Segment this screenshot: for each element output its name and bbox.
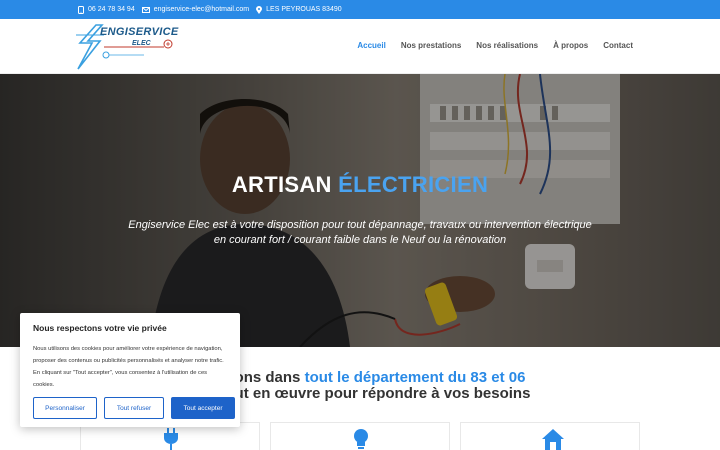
nav-item-prestations[interactable]: Nos prestations (401, 41, 461, 50)
accept-all-button[interactable]: Tout accepter (171, 397, 235, 419)
phone-number[interactable]: 06 24 78 34 94 (88, 6, 135, 13)
plug-icon (164, 428, 178, 450)
cookie-buttons: Personnaliser Tout refuser Tout accepter (33, 397, 235, 419)
customize-button[interactable]: Personnaliser (33, 397, 97, 419)
cookie-text: Nous utilisons des cookies pour améliore… (33, 346, 224, 388)
location-text: LES PEYROUAS 83490 (266, 6, 342, 13)
email-contact[interactable]: engiservice-elec@hotmail.com (141, 6, 249, 13)
nav-item-realisations[interactable]: Nos réalisations (476, 41, 538, 50)
cookie-title: Nous respectons votre vie privée (33, 323, 167, 333)
service-card-bulb[interactable] (270, 422, 450, 450)
location-icon (256, 5, 263, 14)
house-icon (542, 429, 564, 450)
service-card-house[interactable] (460, 422, 640, 450)
nav-item-accueil[interactable]: Accueil (357, 41, 385, 50)
reject-all-button[interactable]: Tout refuser (104, 397, 164, 419)
hero-title: ARTISAN ÉLECTRICIEN (0, 172, 720, 198)
hero-text-line2: en courant fort / courant faible dans le… (213, 234, 507, 246)
logo-name: ENGISERVICE (100, 26, 179, 38)
hero-title-main: ARTISAN (231, 172, 332, 197)
hero-section: ARTISAN ÉLECTRICIEN Engiservice Elec est… (0, 74, 720, 347)
intro-line1-accent: tout le département du 83 et 06 (304, 369, 526, 386)
hero-text-line1: Engiservice Elec est à votre disposition… (128, 219, 592, 231)
bulb-icon (354, 429, 368, 449)
phone-contact[interactable]: 06 24 78 34 94 (78, 5, 135, 14)
main-nav: Accueil Nos prestations Nos réalisations… (357, 41, 633, 50)
phone-icon (78, 5, 84, 14)
location-info: LES PEYROUAS 83490 (256, 5, 342, 14)
nav-item-contact[interactable]: Contact (603, 41, 633, 50)
email-address[interactable]: engiservice-elec@hotmail.com (154, 6, 249, 13)
nav-item-a-propos[interactable]: À propos (553, 41, 588, 50)
hero-title-accent: ÉLECTRICIEN (338, 172, 489, 197)
top-bar: 06 24 78 34 94 engiservice-elec@hotmail.… (0, 0, 720, 19)
site-logo[interactable]: ENGISERVICE ELEC (74, 23, 179, 71)
hero-overlay (0, 74, 720, 347)
hero-description: Engiservice Elec est à votre disposition… (100, 218, 620, 248)
logo-sub: ELEC (132, 40, 151, 47)
mail-icon (141, 6, 150, 13)
cookie-consent-dialog: Nous respectons votre vie privée Nous ut… (20, 313, 240, 427)
site-header: ENGISERVICE ELEC Accueil Nos prestations… (0, 19, 720, 74)
